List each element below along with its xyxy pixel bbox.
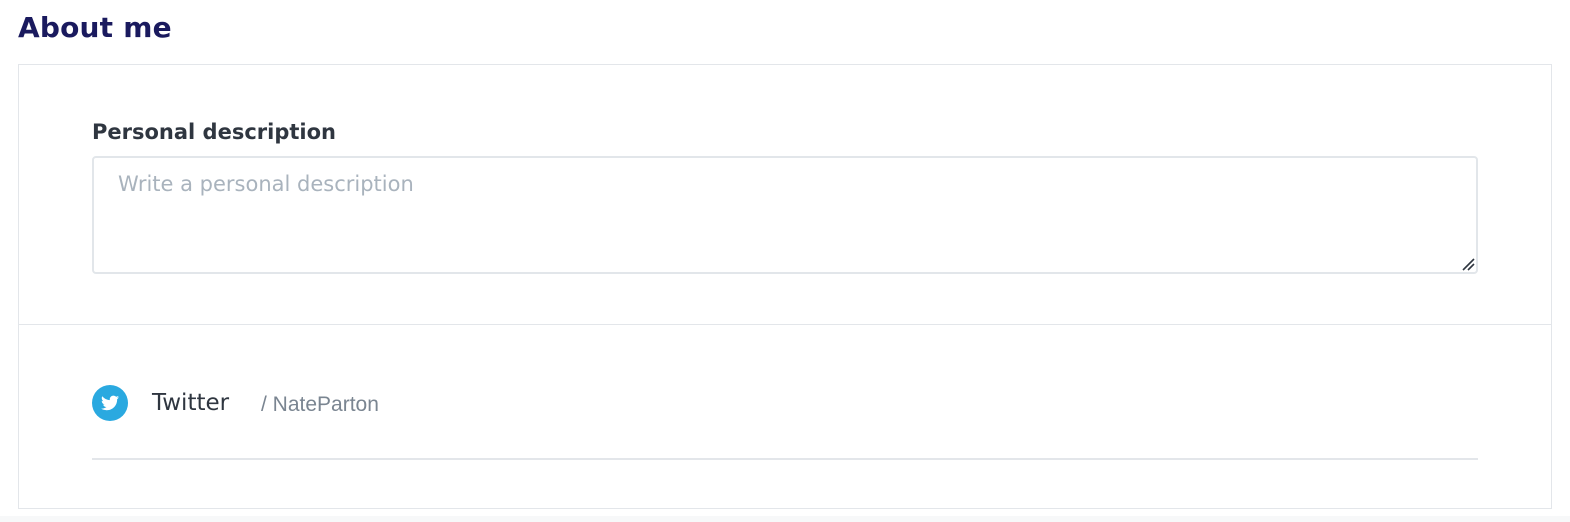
twitter-handle: / NateParton xyxy=(261,393,379,416)
resize-handle-icon[interactable] xyxy=(1461,257,1475,271)
description-textarea[interactable] xyxy=(92,156,1478,274)
page: About me Personal description Twitter / … xyxy=(0,0,1570,516)
description-section: Personal description xyxy=(19,65,1551,325)
about-card: Personal description Twitter / NateParto… xyxy=(18,64,1552,509)
twitter-label: Twitter xyxy=(152,390,230,416)
social-link-twitter[interactable]: Twitter / NateParton xyxy=(92,325,1478,460)
twitter-icon xyxy=(92,385,128,421)
section-title: About me xyxy=(18,11,172,44)
description-label: Personal description xyxy=(92,120,336,144)
social-section: Twitter / NateParton xyxy=(19,325,1551,508)
